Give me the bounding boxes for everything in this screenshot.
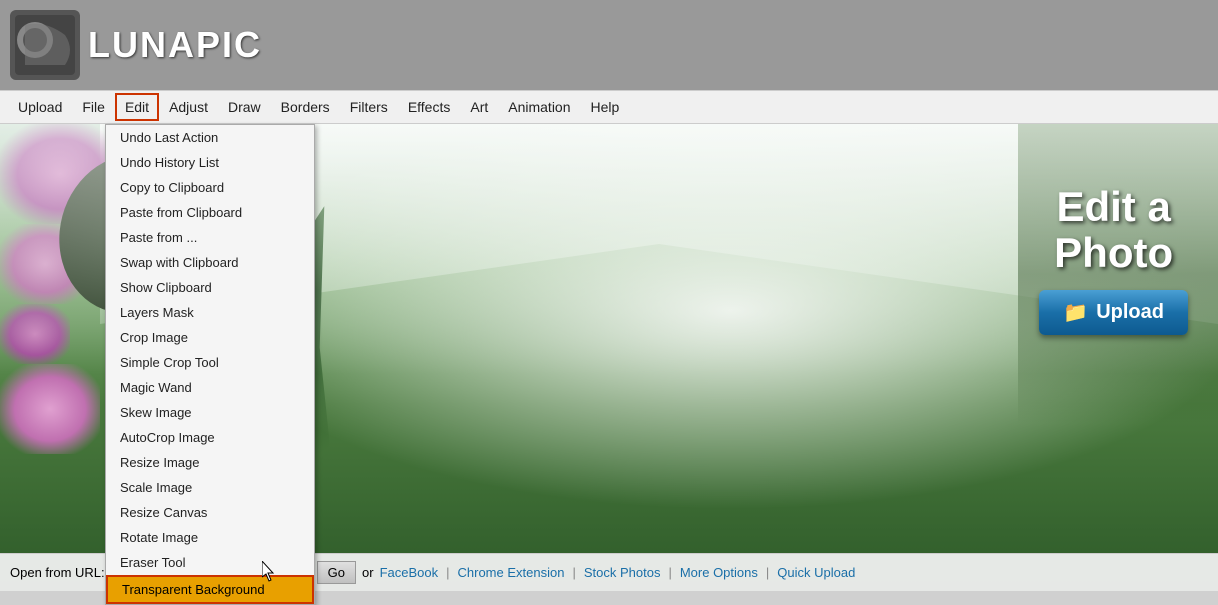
upload-button[interactable]: 📁 Upload [1039,290,1188,335]
sep-4: | [766,565,769,580]
menu-scale-image[interactable]: Scale Image [106,475,314,500]
nav-filters[interactable]: Filters [340,93,398,121]
menu-eraser-tool[interactable]: Eraser Tool [106,550,314,575]
logo-text: LUNAPIC [88,24,262,66]
navbar: Upload File Edit Adjust Draw Borders Fil… [0,90,1218,124]
menu-undo-history[interactable]: Undo History List [106,150,314,175]
nav-file[interactable]: File [72,93,115,121]
go-button[interactable]: Go [317,561,356,584]
open-url-label: Open from URL: [10,565,105,580]
menu-crop-image[interactable]: Crop Image [106,325,314,350]
edit-photo-headline: Edit aPhoto [1039,184,1188,276]
nav-draw[interactable]: Draw [218,93,271,121]
menu-simple-crop[interactable]: Simple Crop Tool [106,350,314,375]
menu-paste-from[interactable]: Paste from ... [106,225,314,250]
menu-resize-image[interactable]: Resize Image [106,450,314,475]
menu-undo-last[interactable]: Undo Last Action [106,125,314,150]
overlay-text-area: Edit aPhoto 📁 Upload [1039,184,1188,335]
link-facebook[interactable]: FaceBook [380,565,439,580]
nav-adjust[interactable]: Adjust [159,93,218,121]
nav-animation[interactable]: Animation [498,93,580,121]
logo-icon [10,10,80,80]
nav-effects[interactable]: Effects [398,93,461,121]
nav-help[interactable]: Help [581,93,630,121]
menu-swap-clipboard[interactable]: Swap with Clipboard [106,250,314,275]
sep-2: | [572,565,575,580]
sep-3: | [668,565,671,580]
nav-edit[interactable]: Edit [115,93,159,121]
menu-skew-image[interactable]: Skew Image [106,400,314,425]
menu-resize-canvas[interactable]: Resize Canvas [106,500,314,525]
nav-art[interactable]: Art [460,93,498,121]
link-stock-photos[interactable]: Stock Photos [584,565,661,580]
menu-paste-clipboard[interactable]: Paste from Clipboard [106,200,314,225]
link-chrome-ext[interactable]: Chrome Extension [458,565,565,580]
menu-magic-wand[interactable]: Magic Wand [106,375,314,400]
header: LUNAPIC [0,0,1218,90]
link-quick-upload[interactable]: Quick Upload [777,565,855,580]
menu-show-clipboard[interactable]: Show Clipboard [106,275,314,300]
link-more-options[interactable]: More Options [680,565,758,580]
menu-rotate-image[interactable]: Rotate Image [106,525,314,550]
edit-dropdown-menu: Undo Last Action Undo History List Copy … [105,124,315,605]
nav-borders[interactable]: Borders [271,93,340,121]
logo-area: LUNAPIC [10,10,262,80]
menu-copy-clipboard[interactable]: Copy to Clipboard [106,175,314,200]
main-area: Undo Last Action Undo History List Copy … [0,124,1218,591]
sep-1: | [446,565,449,580]
flower-cluster-4 [0,364,100,454]
menu-transparent-bg[interactable]: Transparent Background [106,575,314,604]
menu-autocrop[interactable]: AutoCrop Image [106,425,314,450]
upload-button-label: Upload [1096,301,1164,324]
menu-layers-mask[interactable]: Layers Mask [106,300,314,325]
nav-upload[interactable]: Upload [8,93,72,121]
or-text: or [362,565,374,580]
upload-icon: 📁 [1063,300,1088,325]
